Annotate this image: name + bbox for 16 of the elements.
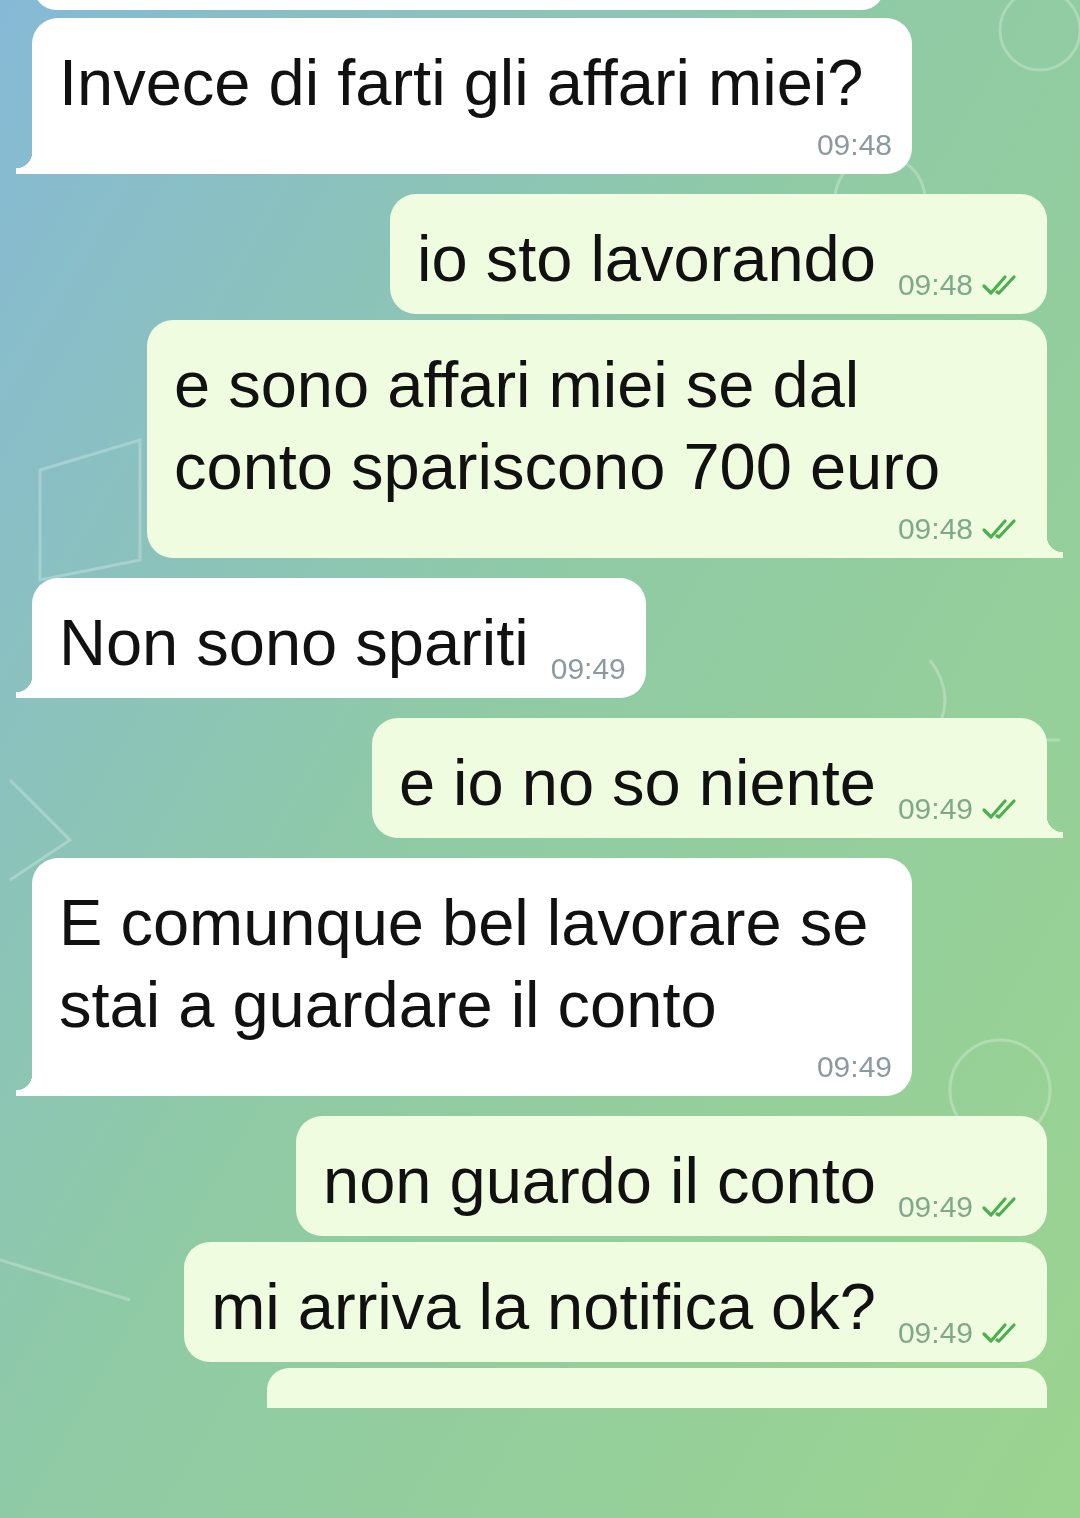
message-text: mi arriva la notifica ok? <box>211 1269 876 1345</box>
message-text: non guardo il conto <box>323 1143 876 1219</box>
message-text: e io no so niente <box>398 745 876 821</box>
message-text: e sono affari miei se dal conto spariscono 700 euro <box>174 347 942 505</box>
message-time: 09:49 <box>897 792 973 826</box>
message-text: E comunque bel lavorare se stai a guardare il conto <box>59 885 870 1043</box>
message-time: 09:49 <box>897 1316 973 1350</box>
message-text: Invece di farti gli affari miei? <box>59 45 865 121</box>
message-time: 09:48 <box>816 128 892 162</box>
message-time: 09:49 <box>816 1050 892 1084</box>
message-time: 09:48 <box>897 268 973 302</box>
message-text: Non sono spariti <box>59 605 529 681</box>
message-time: 09:49 <box>550 652 626 686</box>
message-time: 09:48 <box>897 512 973 546</box>
message-text: io sto lavorando <box>417 221 876 297</box>
message-time: 09:49 <box>897 1190 973 1224</box>
